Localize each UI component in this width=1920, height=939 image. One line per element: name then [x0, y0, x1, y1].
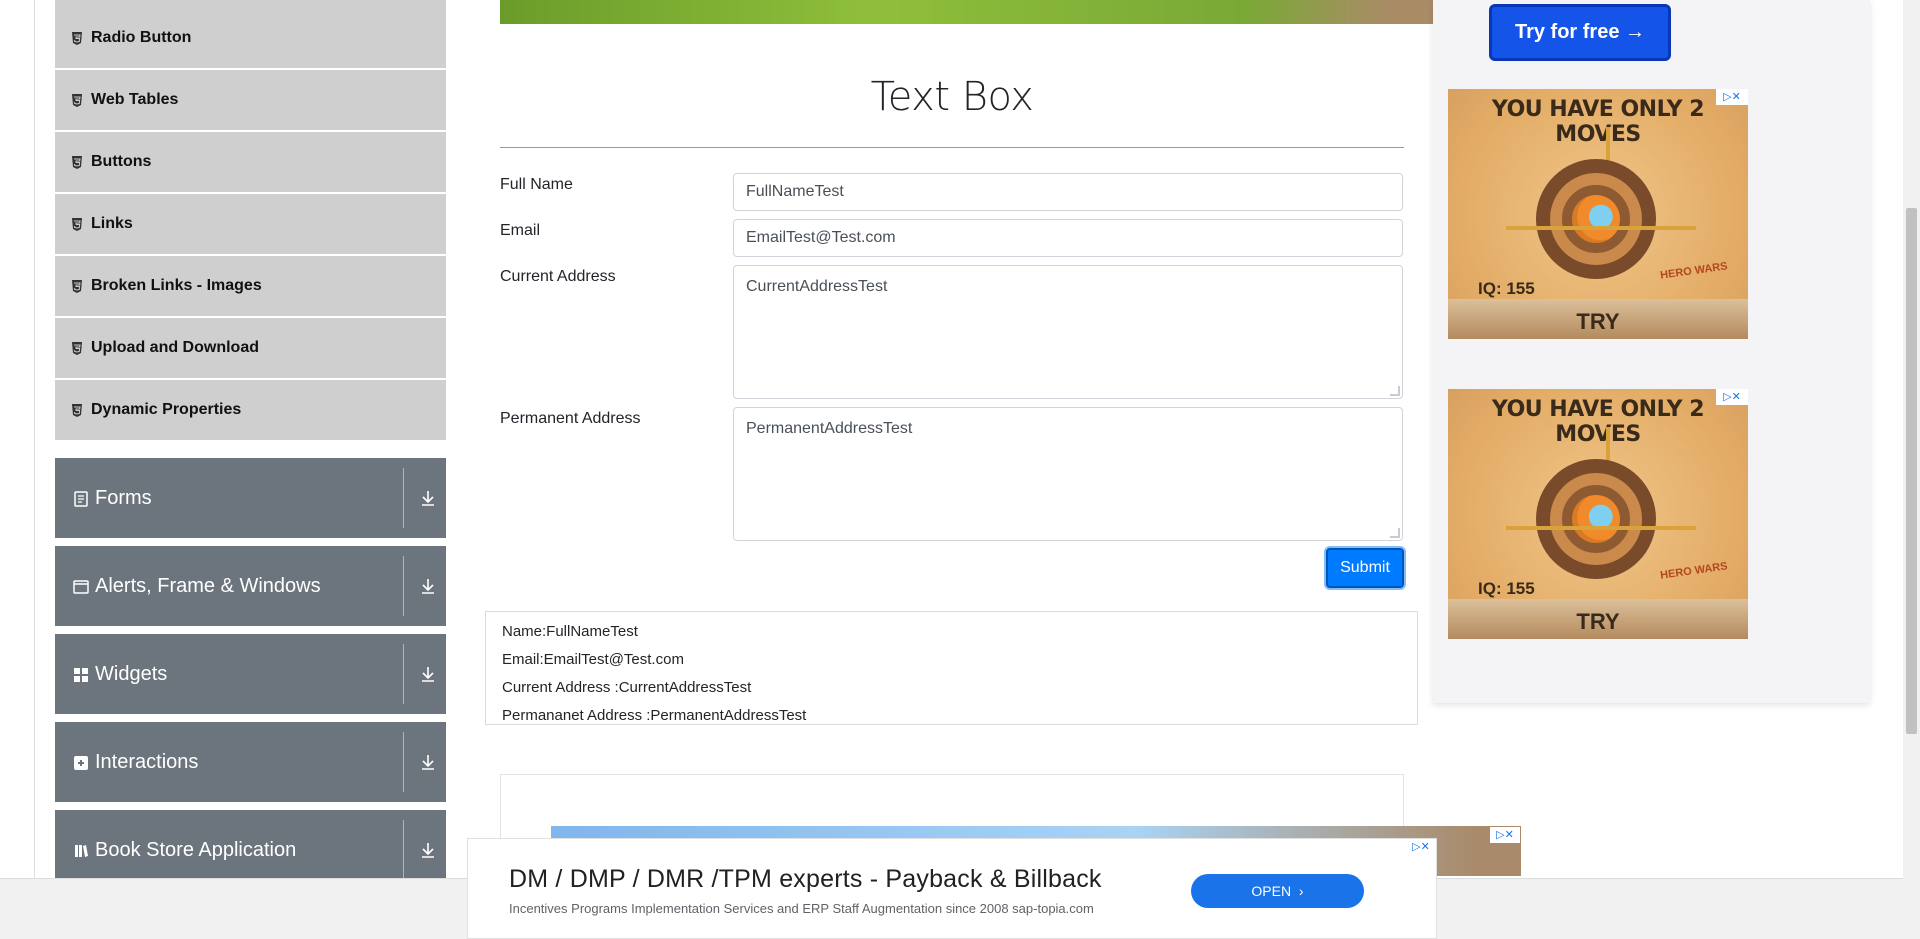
sidebar-item-radio-button[interactable]: Radio Button	[55, 0, 446, 70]
book-icon	[73, 842, 89, 858]
output-permanent-address: Permananet Address :PermanentAddressTest	[502, 707, 807, 724]
page-title: Text Box	[870, 74, 1034, 120]
html5-icon	[72, 217, 82, 231]
html5-icon	[72, 155, 82, 169]
ad-choices-icon[interactable]: ▷✕	[1490, 827, 1520, 843]
html5-icon	[72, 31, 82, 45]
group-divider	[403, 556, 404, 616]
email-label: Email	[500, 222, 541, 239]
current-address-label: Current Address	[500, 268, 616, 285]
ad-choices-icon[interactable]: ▷✕	[1716, 389, 1748, 405]
sidebar-item-label: Links	[91, 215, 133, 232]
interactions-icon	[73, 754, 89, 770]
sidebar-item-broken-links-images[interactable]: Broken Links - Images	[55, 256, 446, 318]
ad-iq-label: IQ: 155	[1478, 279, 1535, 298]
ad-headline: YOU HAVE ONLY 2 MOVES	[1491, 97, 1705, 147]
game-ad-1[interactable]: YOU HAVE ONLY 2 MOVES IQ: 155 HERO WARS …	[1448, 89, 1748, 339]
sidebar-group-label: Widgets	[95, 662, 168, 685]
chevron-right-icon: ›	[1298, 883, 1304, 899]
group-divider	[403, 644, 404, 704]
widgets-icon	[73, 666, 89, 682]
sidebar-item-label: Web Tables	[91, 91, 179, 108]
pin-icon	[1506, 526, 1696, 530]
sidebar-item-label: Broken Links - Images	[91, 277, 262, 294]
puzzle-core	[1562, 485, 1630, 553]
sidebar-item-label: Dynamic Properties	[91, 401, 242, 418]
scrollbar-thumb[interactable]	[1906, 208, 1917, 734]
ad-brand-logo: HERO WARS	[1659, 560, 1729, 582]
permanent-address-textarea[interactable]: PermanentAddressTest	[733, 407, 1403, 541]
html5-icon	[72, 279, 82, 293]
sidebar-group-interactions[interactable]: Interactions	[55, 722, 446, 802]
full-name-label: Full Name	[500, 176, 573, 193]
ad-brand-logo: HERO WARS	[1659, 260, 1729, 282]
download-icon[interactable]	[418, 664, 438, 684]
output-current-address: Current Address :CurrentAddressTest	[502, 679, 752, 696]
sidebar-item-links[interactable]: Links	[55, 194, 446, 256]
page-left-border	[34, 0, 35, 880]
current-address-textarea[interactable]: CurrentAddressTest	[733, 265, 1403, 399]
download-icon[interactable]	[418, 840, 438, 860]
sidebar-group-label: Book Store Application	[95, 838, 297, 861]
elements-submenu: Radio Button Web Tables Buttons Links Broken…	[55, 0, 446, 442]
permanent-address-label: Permanent Address	[500, 410, 641, 427]
submit-button[interactable]: Submit	[1326, 548, 1404, 588]
open-button[interactable]: OPEN ›	[1191, 874, 1364, 908]
ad-iq-label: IQ: 155	[1478, 579, 1535, 598]
html5-icon	[72, 341, 82, 355]
top-banner-image	[500, 0, 1433, 24]
sidebar: Radio Button Web Tables Buttons Links Broken…	[55, 0, 446, 890]
ad-choices-icon[interactable]: ▷✕	[1406, 839, 1436, 855]
sidebar-groups: Forms Alerts, Frame & Windows Widgets Inter…	[55, 458, 446, 890]
html5-icon	[72, 403, 82, 417]
sidebar-group-forms[interactable]: Forms	[55, 458, 446, 538]
email-input[interactable]: EmailTest@Test.com	[733, 219, 1403, 257]
ad-cta: TRY	[1576, 309, 1620, 334]
output-panel: Name:FullNameTest Email:EmailTest@Test.c…	[485, 611, 1418, 725]
sidebar-item-buttons[interactable]: Buttons	[55, 132, 446, 194]
sidebar-group-widgets[interactable]: Widgets	[55, 634, 446, 714]
sidebar-item-label: Buttons	[91, 153, 152, 170]
html5-icon	[72, 93, 82, 107]
ad-choices-icon[interactable]: ▷✕	[1716, 89, 1748, 105]
download-icon[interactable]	[418, 752, 438, 772]
sidebar-group-label: Forms	[95, 486, 152, 509]
group-divider	[403, 732, 404, 792]
try-for-free-button[interactable]: Try for free →	[1489, 4, 1671, 61]
sidebar-item-web-tables[interactable]: Web Tables	[55, 70, 446, 132]
puzzle-core	[1562, 185, 1630, 253]
output-name: Name:FullNameTest	[502, 623, 638, 640]
sidebar-item-upload-and-download[interactable]: Upload and Download	[55, 318, 446, 380]
full-name-input[interactable]: FullNameTest	[733, 173, 1403, 211]
bottom-ad-banner[interactable]: DM / DMP / DMR /TPM experts - Payback & …	[467, 838, 1437, 939]
download-icon[interactable]	[418, 576, 438, 596]
sidebar-item-dynamic-properties[interactable]: Dynamic Properties	[55, 380, 446, 442]
forms-icon	[73, 490, 89, 507]
sidebar-group-alerts-frame-windows[interactable]: Alerts, Frame & Windows	[55, 546, 446, 626]
ad-cta: TRY	[1576, 609, 1620, 634]
ad-headline: YOU HAVE ONLY 2 MOVES	[1491, 397, 1705, 447]
open-label: OPEN	[1251, 883, 1292, 899]
bottom-ad-subtext: Incentives Programs Implementation Servi…	[509, 901, 1094, 916]
game-ad-2[interactable]: YOU HAVE ONLY 2 MOVES IQ: 155 HERO WARS …	[1448, 389, 1748, 639]
title-divider	[500, 147, 1404, 148]
group-divider	[403, 820, 404, 880]
bottom-ad-headline: DM / DMP / DMR /TPM experts - Payback & …	[509, 865, 1102, 893]
group-divider	[403, 468, 404, 528]
output-email: Email:EmailTest@Test.com	[502, 651, 684, 668]
sidebar-item-label: Upload and Download	[91, 339, 259, 356]
sidebar-group-label: Interactions	[95, 750, 199, 773]
window-icon	[73, 578, 89, 594]
download-icon[interactable]	[418, 488, 438, 508]
sidebar-item-label: Radio Button	[91, 29, 192, 46]
sidebar-group-label: Alerts, Frame & Windows	[95, 574, 321, 597]
pin-icon	[1506, 226, 1696, 230]
